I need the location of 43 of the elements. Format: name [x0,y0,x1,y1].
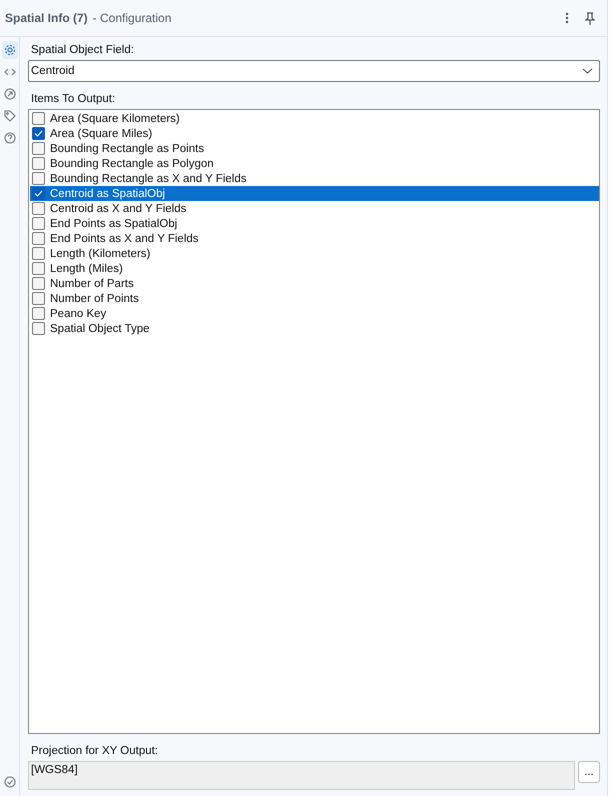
list-item[interactable]: Spatial Object Type [30,321,599,336]
more-icon[interactable] [565,12,569,24]
checkbox[interactable] [32,322,45,335]
field-label: Items To Output: [30,92,116,106]
checkbox[interactable] [32,127,45,140]
checkbox[interactable] [32,142,45,155]
checkbox[interactable] [32,262,45,275]
panel-title: Spatial Info (7) [5,11,88,25]
list-item[interactable]: Centroid as SpatialObj [30,186,599,201]
chevron-down-icon [582,68,593,74]
checkbox[interactable] [32,292,45,305]
list-item[interactable]: Length (Kilometers) [30,246,599,261]
settings-icon[interactable] [2,41,18,59]
list-item[interactable]: Area (Square Miles) [30,126,599,141]
checkbox[interactable] [32,217,45,230]
checkbox[interactable] [32,172,45,185]
list-item[interactable]: Length (Miles) [30,261,599,276]
panel-subtitle: - Configuration [92,11,172,25]
projection-field[interactable]: [WGS84] [28,761,575,790]
list-item[interactable]: Peano Key [30,306,599,321]
list-item[interactable]: End Points as SpatialObj [30,216,599,231]
checkbox[interactable] [32,277,45,290]
checkbox[interactable] [32,112,45,125]
list-item[interactable]: Bounding Rectangle as Polygon [30,156,599,171]
check-circle-icon [4,776,16,788]
list-item[interactable]: Centroid as X and Y Fields [30,201,599,216]
list-item[interactable]: Area (Square Kilometers) [30,111,599,126]
checkbox[interactable] [32,157,45,170]
spatial-object-dropdown[interactable]: Centroid [28,60,600,82]
list-item[interactable]: Bounding Rectangle as X and Y Fields [30,171,599,186]
checkbox[interactable] [32,307,45,320]
browse-button[interactable]: ... [578,761,600,783]
checkbox[interactable] [32,247,45,260]
checkbox[interactable] [32,187,45,200]
pin-icon[interactable] [585,12,595,24]
list-item[interactable]: Number of Points [30,291,599,306]
field-label: Spatial Object Field: [30,43,134,57]
checkbox[interactable] [32,202,45,215]
list-item[interactable]: End Points as X and Y Fields [30,231,599,246]
list-item[interactable]: Number of Parts [30,276,599,291]
list-item[interactable]: Bounding Rectangle as Points [30,141,599,156]
checkbox[interactable] [32,232,45,245]
field-label: Projection for XY Output: [30,744,158,758]
